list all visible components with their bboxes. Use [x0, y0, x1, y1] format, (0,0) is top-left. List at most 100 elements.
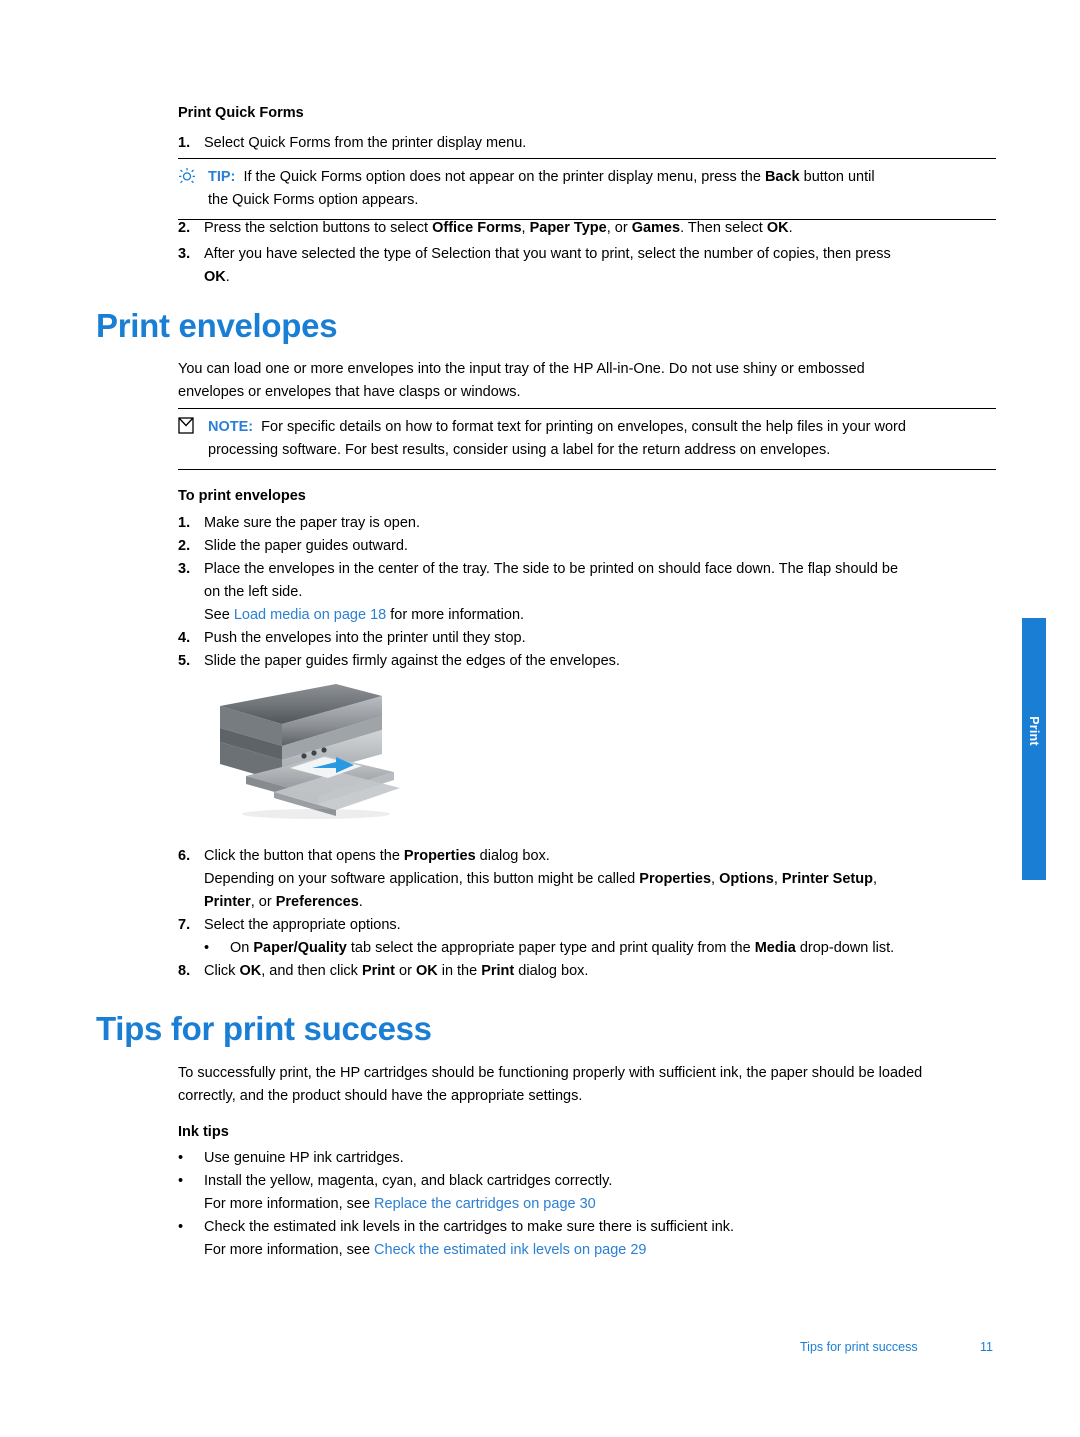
- print-envelopes-intro: You can load one or more envelopes into …: [178, 358, 996, 404]
- step-text: Slide the paper guides outward.: [204, 538, 408, 554]
- quick-forms-step-1: 1. Select Quick Forms from the printer d…: [178, 132, 996, 155]
- step-text: Select Quick Forms from the printer disp…: [204, 135, 527, 151]
- step-text: Press the selction buttons to select Off…: [204, 217, 793, 240]
- b3-line2-pre: For more information, see: [204, 1242, 375, 1258]
- note-line2: processing software. For best results, c…: [208, 442, 831, 458]
- step-text: Click OK, and then click Print or OK in …: [204, 960, 588, 983]
- pq-mid: tab select the appropriate paper type an…: [346, 940, 755, 956]
- ink-tips-heading-text: Ink tips: [178, 1124, 229, 1140]
- link-load-media[interactable]: Load media on page 18: [234, 607, 386, 623]
- tips-intro: To successfully print, the HP cartridges…: [178, 1062, 996, 1108]
- tip-line1: If the Quick Forms option does not appea…: [243, 169, 765, 185]
- step-number: 7.: [178, 917, 191, 933]
- step2-sep1: ,: [521, 220, 530, 236]
- bullet-dot-icon: •: [178, 1150, 184, 1166]
- step6-b4: Printer: [204, 894, 251, 910]
- s8-mid3: in the: [437, 963, 482, 979]
- intro-line-2: envelopes or envelopes that have clasps …: [178, 384, 521, 400]
- s8-post: dialog box.: [514, 963, 589, 979]
- step6-line2-pre: Depending on your software application, …: [204, 871, 640, 887]
- b2-line2-pre: For more information, see: [204, 1196, 375, 1212]
- step2-b4: OK: [766, 220, 789, 236]
- link-replace-cartridges[interactable]: Replace the cartridges on page 30: [374, 1196, 596, 1212]
- ink-tip-bullet-3: • Check the estimated ink levels in the …: [178, 1216, 996, 1262]
- step6-s2: ,: [773, 871, 782, 887]
- step2-lead: Press the selction buttons to select: [204, 220, 433, 236]
- to-print-envelopes-heading: To print envelopes: [178, 487, 996, 505]
- side-tab-label: Print: [1027, 716, 1041, 746]
- step6-line1-post: dialog box.: [475, 848, 550, 864]
- step3-lead: After you have selected the type of Sele…: [204, 246, 891, 262]
- b2-line1: Install the yellow, magenta, cyan, and b…: [204, 1173, 613, 1189]
- step2-b2: Paper Type: [529, 220, 607, 236]
- step-number: 6.: [178, 848, 191, 864]
- bullet-dot-icon: •: [178, 1219, 184, 1235]
- step3-bold-ok: OK: [204, 269, 226, 285]
- pq-post: drop-down list.: [795, 940, 895, 956]
- step3-end: .: [225, 269, 230, 285]
- ink-tip-bullet-1: • Use genuine HP ink cartridges.: [178, 1147, 996, 1170]
- link-check-ink-levels[interactable]: Check the estimated ink levels on page 2…: [374, 1242, 646, 1258]
- s8-b3: OK: [415, 963, 438, 979]
- envelope-step-8: 8. Click OK, and then click Print or OK …: [178, 960, 996, 983]
- step-number: 8.: [178, 963, 191, 979]
- footer-title: Tips for print success: [800, 1340, 918, 1354]
- step6-s5: .: [358, 894, 363, 910]
- quick-forms-step-3: 3. After you have selected the type of S…: [178, 243, 996, 289]
- tips-intro-line-2: correctly, and the product should have t…: [178, 1088, 583, 1104]
- step-text: After you have selected the type of Sele…: [204, 243, 891, 289]
- step3-line3-pre: See: [204, 607, 234, 623]
- footer-page-number: 11: [980, 1340, 993, 1354]
- step-text: Select the appropriate options.: [204, 917, 401, 933]
- pq-pre: On: [230, 940, 254, 956]
- quick-forms-step-2: 2. Press the selction buttons to select …: [178, 217, 996, 240]
- note-label: NOTE:: [208, 419, 254, 435]
- step2-sep2: , or: [606, 220, 632, 236]
- step3-line2: on the left side.: [204, 584, 303, 600]
- envelope-step-7: 7. Select the appropriate options.: [178, 914, 996, 937]
- intro-line-1: You can load one or more envelopes into …: [178, 361, 865, 377]
- step6-b3: Printer Setup: [781, 871, 873, 887]
- bullet-dot-icon: •: [178, 1173, 184, 1189]
- s8-b1: OK: [239, 963, 262, 979]
- step-text: Make sure the paper tray is open.: [204, 515, 421, 531]
- tip-label: TIP:: [208, 169, 236, 185]
- tip-text: TIP: If the Quick Forms option does not …: [208, 166, 875, 212]
- step6-b1: Properties: [639, 871, 712, 887]
- tip-line1b: button until: [799, 169, 875, 185]
- page-title-tips: Tips for print success: [96, 1010, 432, 1047]
- ink-tips-heading: Ink tips: [178, 1123, 996, 1141]
- step-number: 5.: [178, 653, 191, 669]
- envelope-step-5: 5. Slide the paper guides firmly against…: [178, 650, 996, 673]
- pq-b1: Paper/Quality: [253, 940, 347, 956]
- step-text: Click the button that opens the Properti…: [204, 845, 877, 914]
- bullet-text: Check the estimated ink levels in the ca…: [204, 1216, 734, 1262]
- step-number: 3.: [178, 246, 191, 262]
- step-number: 1.: [178, 135, 191, 151]
- note-text: NOTE: For specific details on how to for…: [208, 416, 906, 462]
- envelope-step-6: 6. Click the button that opens the Prope…: [178, 845, 996, 914]
- step6-b2: Options: [719, 871, 774, 887]
- step-text: Push the envelopes into the printer unti…: [204, 630, 526, 646]
- tip-bulb-icon: [178, 166, 208, 212]
- step-number: 4.: [178, 630, 191, 646]
- ink-tip-bullet-2: • Install the yellow, magenta, cyan, and…: [178, 1170, 996, 1216]
- side-tab-print: Print: [1022, 618, 1046, 880]
- step2-tail: . Then select: [680, 220, 767, 236]
- step-number: 2.: [178, 538, 191, 554]
- envelope-step-3: 3. Place the envelopes in the center of …: [178, 558, 996, 627]
- step6-line1-pre: Click the button that opens the: [204, 848, 404, 864]
- pq-b2: Media: [754, 940, 796, 956]
- note-icon: [178, 416, 208, 462]
- note-callout: NOTE: For specific details on how to for…: [178, 408, 996, 470]
- step6-bold-properties: Properties: [403, 848, 476, 864]
- step6-s3: ,: [872, 871, 877, 887]
- tips-intro-line-1: To successfully print, the HP cartridges…: [178, 1065, 923, 1081]
- step2-b3: Games: [631, 220, 681, 236]
- step2-end: .: [788, 220, 793, 236]
- paper-quality-bullet: • On Paper/Quality tab select the approp…: [204, 937, 1004, 960]
- step-number: 1.: [178, 515, 191, 531]
- note-line1: For specific details on how to format te…: [261, 419, 906, 435]
- s8-pre: Click: [204, 963, 240, 979]
- step2-b1: Office Forms: [432, 220, 522, 236]
